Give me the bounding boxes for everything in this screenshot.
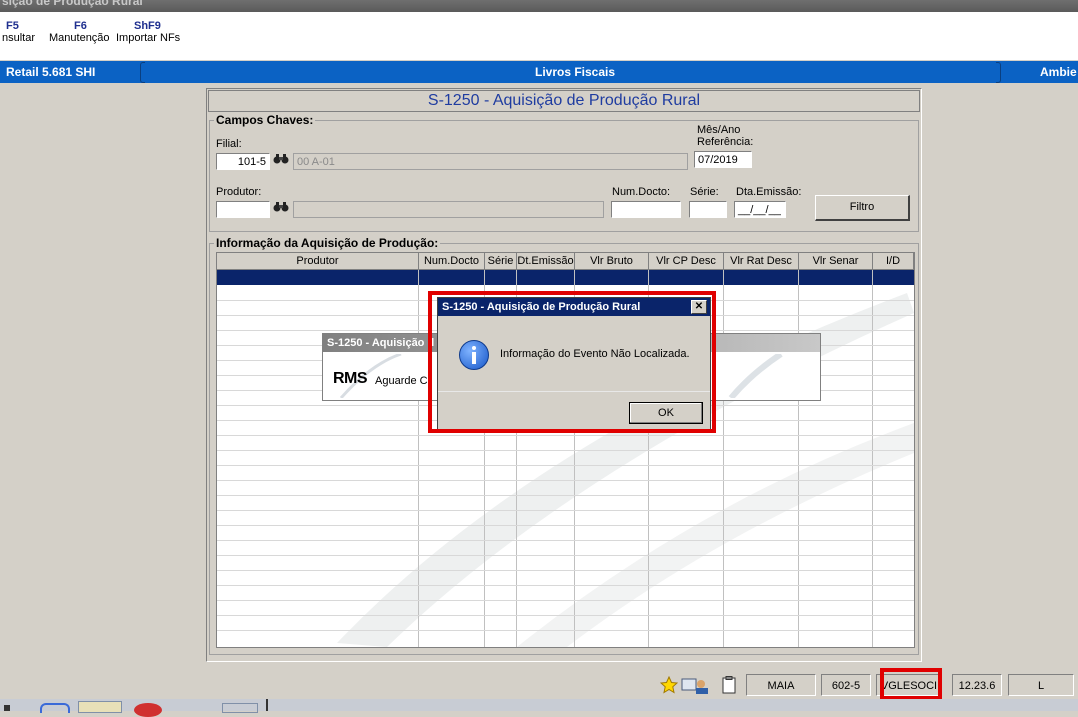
- campos-chaves-label: Campos Chaves:: [214, 113, 316, 127]
- module-banner: Retail 5.681 SHI Livros Fiscais Ambie: [0, 61, 1078, 83]
- filial-input[interactable]: 101-5: [216, 153, 270, 170]
- dialog-highlight-box: [428, 291, 716, 433]
- banner-product: Retail 5.681 SHI: [6, 65, 96, 79]
- window-title: sição de Produção Rural: [2, 0, 143, 8]
- filial-label: Filial:: [216, 138, 242, 150]
- start-icon[interactable]: [4, 705, 10, 711]
- status-user: MAIA: [746, 674, 816, 696]
- serie-input[interactable]: [689, 201, 727, 218]
- col-header-vlr-senar[interactable]: Vlr Senar: [799, 253, 873, 270]
- produtor-description-field: [293, 201, 604, 218]
- col-header-num-docto[interactable]: Num.Docto: [419, 253, 485, 270]
- mes-ano-input[interactable]: 07/2019: [694, 151, 752, 168]
- f5-label: nsultar: [2, 32, 36, 44]
- status-version: 12.23.6: [952, 674, 1002, 696]
- taskbar-app-icon[interactable]: [40, 703, 70, 713]
- num-docto-label: Num.Docto:: [612, 186, 671, 198]
- filial-description-field: 00 A-01: [293, 153, 688, 170]
- user-computer-icon[interactable]: [681, 676, 711, 694]
- col-header-serie[interactable]: Série: [485, 253, 517, 270]
- f6-key: F6: [74, 20, 87, 32]
- banner-environment: Ambie: [1040, 65, 1077, 79]
- shf9-key: ShF9: [134, 20, 161, 32]
- f5-consultar-button[interactable]: F5 nsultar: [2, 20, 35, 44]
- selected-row[interactable]: [217, 270, 914, 285]
- f5-key: F5: [6, 20, 19, 32]
- produtor-label: Produtor:: [216, 186, 262, 198]
- dta-emissao-label: Dta.Emissão:: [736, 186, 802, 198]
- dta-emissao-input[interactable]: __/__/__: [734, 201, 786, 218]
- rms-logo: RMS: [333, 370, 368, 387]
- os-taskbar: [0, 699, 1078, 717]
- filtro-button[interactable]: Filtro: [815, 195, 910, 221]
- shf9-label: Importar NFs: [116, 32, 181, 44]
- col-header-vlr-bruto[interactable]: Vlr Bruto: [575, 253, 649, 270]
- taskbar-app-icon[interactable]: [222, 703, 258, 713]
- folder-icon[interactable]: [78, 701, 122, 713]
- mes-ano-label: Mês/Ano: [697, 124, 741, 136]
- referencia-label: Referência:: [697, 136, 754, 148]
- f6-manutencao-button[interactable]: F6 Manutenção: [49, 20, 110, 44]
- col-header-dt-emissao[interactable]: Dt.Emissão: [517, 253, 575, 270]
- function-key-toolbar: F5 nsultar F6 Manutenção ShF9 Importar N…: [0, 12, 1078, 60]
- banner-module: Livros Fiscais: [535, 65, 616, 79]
- col-header-vlr-cp-desc[interactable]: Vlr CP Desc: [649, 253, 724, 270]
- star-icon[interactable]: [659, 675, 679, 694]
- window-title-bar: sição de Produção Rural: [0, 0, 1078, 12]
- shf9-importar-button[interactable]: ShF9 Importar NFs: [116, 20, 180, 44]
- col-header-produtor[interactable]: Produtor: [217, 253, 419, 270]
- wait-dialog-text: Aguarde C: [375, 375, 428, 387]
- clipboard-icon[interactable]: [720, 676, 738, 694]
- binoculars-search-icon[interactable]: [272, 153, 290, 170]
- serie-label: Série:: [690, 186, 719, 198]
- f6-label: Manutenção: [49, 32, 110, 44]
- status-branch: 602-5: [821, 674, 871, 696]
- banner-divider: [996, 62, 1001, 83]
- produtor-input[interactable]: [216, 201, 270, 218]
- taskbar-divider: [266, 699, 268, 711]
- status-flag: L: [1008, 674, 1074, 696]
- num-docto-input[interactable]: [611, 201, 681, 218]
- form-title: S-1250 - Aquisição de Produção Rural: [208, 90, 920, 112]
- binoculars-search-icon[interactable]: [272, 201, 290, 218]
- database-highlight-box: [880, 668, 942, 700]
- informacao-label: Informação da Aquisição de Produção:: [214, 236, 441, 250]
- col-header-vlr-rat-desc[interactable]: Vlr Rat Desc: [724, 253, 799, 270]
- col-header-i-d[interactable]: I/D: [873, 253, 914, 270]
- taskbar-red-app-icon[interactable]: [134, 703, 162, 717]
- banner-divider: [140, 62, 145, 83]
